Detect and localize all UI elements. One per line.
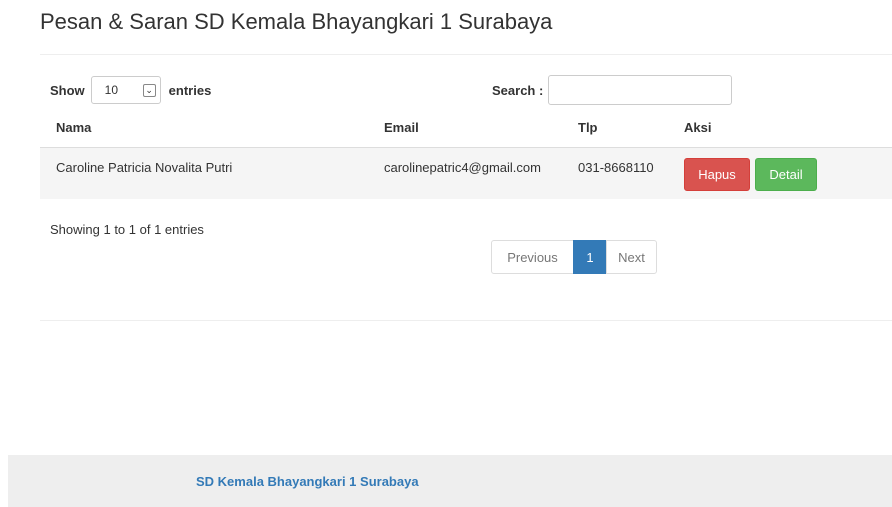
- pagination: Previous 1 Next: [491, 240, 657, 274]
- chevron-down-icon: ⌄: [142, 83, 156, 97]
- page-length-select[interactable]: 10 ⌄: [90, 76, 161, 104]
- page-1-button[interactable]: 1: [573, 240, 607, 274]
- next-button[interactable]: Next: [606, 240, 657, 274]
- detail-button[interactable]: Detail: [755, 158, 817, 191]
- page-length-control: Show 10 ⌄ entries: [50, 76, 211, 104]
- column-header-tlp[interactable]: Tlp: [578, 120, 598, 135]
- footer-link[interactable]: SD Kemala Bhayangkari 1 Surabaya: [196, 474, 419, 489]
- hapus-button[interactable]: Hapus: [684, 158, 750, 191]
- page: Pesan & Saran SD Kemala Bhayangkari 1 Su…: [0, 0, 892, 507]
- footer: SD Kemala Bhayangkari 1 Surabaya: [8, 455, 892, 507]
- column-header-nama[interactable]: Nama: [56, 120, 91, 135]
- cell-nama: Caroline Patricia Novalita Putri: [56, 160, 233, 175]
- column-header-aksi[interactable]: Aksi: [684, 120, 711, 135]
- page-length-value: 10: [104, 83, 119, 97]
- divider-bottom: [40, 320, 892, 321]
- table-info: Showing 1 to 1 of 1 entries: [50, 222, 204, 237]
- show-label: Show: [50, 82, 85, 98]
- search-label: Search :: [492, 82, 544, 98]
- search-control: Search :: [492, 75, 733, 105]
- page-title: Pesan & Saran SD Kemala Bhayangkari 1 Su…: [40, 9, 553, 34]
- divider-top: [40, 54, 892, 55]
- column-header-email[interactable]: Email: [384, 120, 419, 135]
- entries-label: entries: [168, 82, 212, 98]
- cell-email: carolinepatric4@gmail.com: [384, 160, 541, 175]
- previous-button[interactable]: Previous: [491, 240, 574, 274]
- search-input[interactable]: [548, 75, 733, 105]
- cell-tlp: 031-8668110: [578, 160, 654, 175]
